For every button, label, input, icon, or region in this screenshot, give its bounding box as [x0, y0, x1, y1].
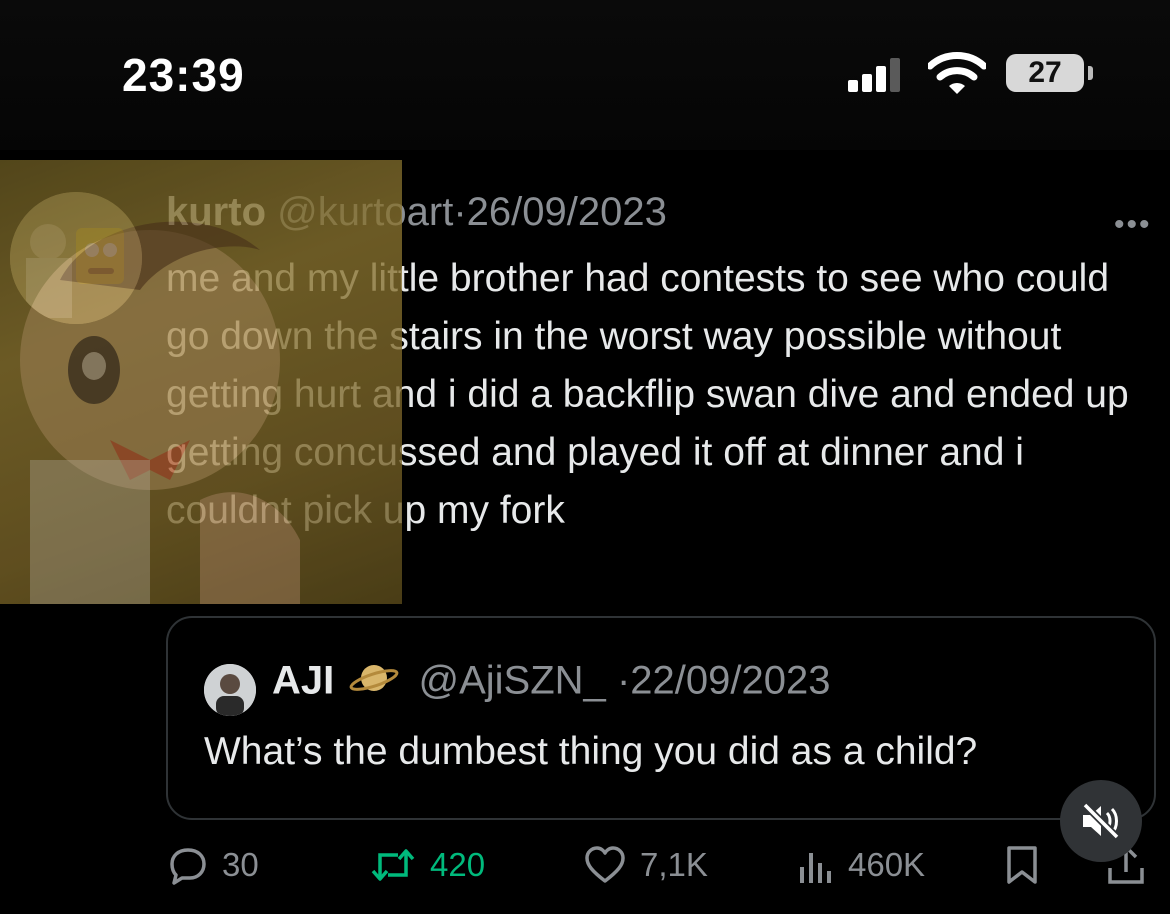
like-count: 7,1K	[640, 846, 708, 883]
quote-avatar[interactable]	[204, 664, 256, 716]
status-time: 23:39	[122, 49, 245, 101]
quote-text: What’s the dumbest thing you did as a ch…	[204, 730, 978, 773]
quote-avatar-image	[204, 664, 256, 716]
battery-icon: 27	[1006, 54, 1084, 92]
reply-button[interactable]: 30	[168, 830, 259, 900]
status-bar: 23:39 27	[0, 0, 1170, 150]
retweet-button[interactable]: 420	[370, 830, 485, 900]
muted-speaker-icon	[1082, 802, 1120, 840]
battery-tip	[1088, 66, 1093, 80]
overlay-video-image[interactable]	[0, 160, 402, 604]
quote-handle[interactable]: @AjiSZN_	[419, 659, 606, 703]
quote-display-name[interactable]: AJI	[272, 659, 334, 703]
reply-count: 30	[222, 846, 259, 883]
quote-header: AJI @AjiSZN_ ·22/09/2023	[272, 658, 830, 708]
saturn-emoji-icon	[349, 658, 399, 708]
bookmark-icon	[1007, 846, 1037, 884]
retweet-icon	[371, 849, 415, 881]
action-bar: 30 420 7,1K 460K	[0, 830, 1170, 900]
views-icon	[800, 853, 831, 883]
quote-separator-dot: ·	[616, 658, 631, 703]
wifi-icon	[928, 52, 986, 94]
reply-icon	[170, 848, 206, 885]
screen: 23:39 27 ·26/09/2023 ••• little brother …	[0, 0, 1170, 914]
tweet-date[interactable]: 26/09/2023	[467, 190, 667, 234]
signal-icon	[848, 56, 908, 92]
bookmark-button[interactable]	[1004, 830, 1040, 900]
quote-date[interactable]: 22/09/2023	[630, 659, 830, 703]
separator-dot: ·	[453, 190, 467, 234]
cartoon-character-image	[20, 221, 300, 604]
mute-button[interactable]	[1060, 780, 1142, 862]
views-count: 460K	[848, 846, 926, 883]
more-options-icon[interactable]: •••	[1114, 208, 1152, 242]
heart-icon	[585, 846, 625, 883]
quoted-tweet[interactable]: AJI @AjiSZN_ ·22/09/2023 What’s the dumb…	[166, 616, 1156, 820]
views-button[interactable]: 460K	[796, 830, 925, 900]
retweet-count: 420	[430, 846, 486, 883]
like-button[interactable]: 7,1K	[584, 830, 708, 900]
battery-level: 27	[1028, 56, 1062, 89]
